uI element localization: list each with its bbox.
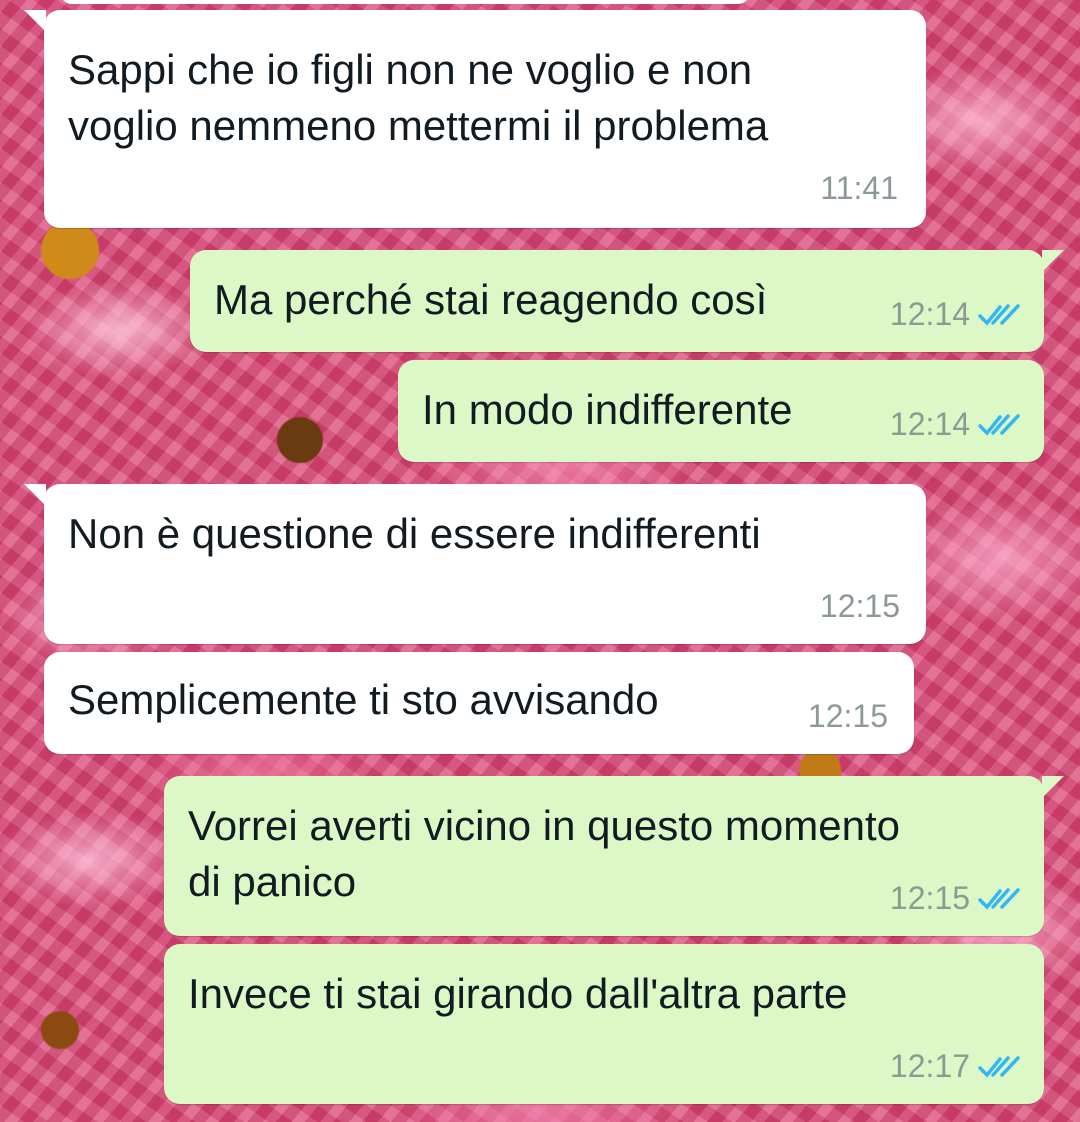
double-check-read-icon <box>978 1055 1020 1078</box>
message-bubble-incoming[interactable]: Sappi che io figli non ne voglio e non v… <box>24 10 926 228</box>
bubble-tail <box>24 10 46 32</box>
message-timestamp: 11:41 <box>820 170 898 206</box>
message-text-line: voglio nemmeno mettermi il problema <box>68 102 769 149</box>
message-timestamp: 12:14 <box>889 406 970 442</box>
message-bubble-outgoing[interactable]: In modo indifferente 12:14 <box>398 360 1044 462</box>
message-text-line: Sappi che io figli non ne voglio e non <box>68 46 753 93</box>
message-meta: 12:14 <box>890 406 1022 443</box>
bubble-tail <box>1042 776 1064 798</box>
message-bubble-incoming[interactable]: Semplicemente ti sto avvisando 12:15 <box>44 652 914 754</box>
message-bubble-incoming[interactable]: Non è questione di essere indifferenti 1… <box>24 484 926 644</box>
double-check-read-icon <box>978 413 1020 436</box>
message-meta: 12:15 <box>890 880 1022 917</box>
message-meta: 12:14 <box>890 296 1022 333</box>
message-text-line: Vorrei averti vicino in questo momento <box>188 802 901 849</box>
message-bubble-outgoing[interactable]: Invece ti stai girando dall'altra parte … <box>164 944 1044 1104</box>
message-bubble-outgoing[interactable]: Ma perché stai reagendo così 12:14 <box>190 250 1064 352</box>
message-meta: 11:41 <box>820 170 898 207</box>
bubble-tail <box>24 484 46 506</box>
message-timestamp: 12:15 <box>807 698 888 734</box>
message-timestamp: 12:15 <box>889 880 970 916</box>
message-text-line: Ma perché stai reagendo così <box>214 276 768 323</box>
message-timestamp: 12:14 <box>889 296 970 332</box>
message-text-line: Invece ti stai girando dall'altra parte <box>188 970 848 1017</box>
message-meta: 12:17 <box>890 1048 1022 1085</box>
message-meta: 12:15 <box>820 588 900 625</box>
previous-message-bubble-edge <box>60 0 750 4</box>
message-meta: 12:15 <box>808 698 888 735</box>
message-text-line: In modo indifferente <box>422 386 793 433</box>
message-timestamp: 12:15 <box>819 588 900 624</box>
bubble-tail <box>1042 250 1064 272</box>
message-text-line: Semplicemente ti sto avvisando <box>68 676 659 723</box>
message-text-line: di panico <box>188 858 357 905</box>
message-bubble-outgoing[interactable]: Vorrei averti vicino in questo momento d… <box>164 776 1064 936</box>
message-timestamp: 12:17 <box>889 1048 970 1084</box>
double-check-read-icon <box>978 303 1020 326</box>
double-check-read-icon <box>978 887 1020 910</box>
message-text-line: Non è questione di essere indifferenti <box>68 510 761 557</box>
